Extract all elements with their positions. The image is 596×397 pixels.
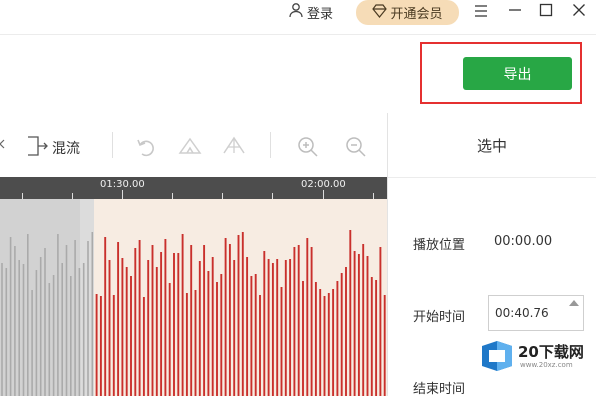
mix-label: 混流 bbox=[52, 141, 80, 157]
watermark: 20下载网 www.20xz.com bbox=[478, 336, 596, 376]
fade-in-button[interactable] bbox=[178, 135, 202, 161]
play-position-value: 00:00.00 bbox=[494, 234, 553, 249]
waveform-bars bbox=[1, 230, 386, 396]
spin-up-icon[interactable] bbox=[569, 300, 579, 306]
watermark-url: www.20xz.com bbox=[520, 361, 573, 369]
login-label: 登录 bbox=[307, 6, 334, 22]
play-position-label: 播放位置 bbox=[413, 238, 466, 253]
zoom-out-button[interactable] bbox=[344, 135, 368, 163]
ruler-label: 02:00.00 bbox=[301, 179, 346, 190]
start-time-value: 00:40.76 bbox=[495, 306, 549, 320]
watermark-brand: 20下载网 bbox=[518, 343, 584, 361]
fade-in-icon bbox=[178, 135, 202, 161]
panel-title: 选中 bbox=[388, 113, 596, 178]
diamond-icon bbox=[372, 3, 388, 22]
chevron-left-icon bbox=[0, 135, 6, 154]
end-time-label: 结束时间 bbox=[413, 382, 466, 397]
partial-tool-button[interactable] bbox=[0, 135, 6, 154]
close-button[interactable] bbox=[569, 1, 589, 21]
zoom-out-icon bbox=[344, 135, 368, 163]
menu-icon bbox=[474, 2, 488, 21]
maximize-icon bbox=[539, 2, 553, 21]
timeline-ruler[interactable]: 01:30.00 02:00.00 bbox=[0, 177, 387, 199]
undo-icon bbox=[134, 135, 158, 163]
zoom-in-icon bbox=[296, 135, 320, 163]
title-bar: 登录 开通会员 bbox=[0, 0, 596, 26]
mix-icon bbox=[26, 135, 50, 161]
ruler-label: 01:30.00 bbox=[100, 179, 145, 190]
login-button[interactable]: 登录 bbox=[288, 2, 333, 22]
fade-out-icon bbox=[222, 135, 246, 161]
waveform-area[interactable] bbox=[0, 199, 387, 396]
watermark-logo-icon bbox=[480, 340, 514, 376]
user-icon bbox=[288, 2, 304, 22]
ruler-tick bbox=[323, 190, 324, 199]
close-icon bbox=[572, 2, 586, 21]
start-time-label: 开始时间 bbox=[413, 310, 466, 325]
fade-out-button[interactable] bbox=[222, 135, 246, 161]
toolbar-divider bbox=[270, 132, 271, 158]
ruler-tick bbox=[122, 190, 123, 199]
minimize-icon bbox=[508, 2, 522, 21]
zoom-in-button[interactable] bbox=[296, 135, 320, 163]
export-button[interactable]: 导出 bbox=[463, 57, 572, 90]
vip-label: 开通会员 bbox=[390, 7, 443, 22]
toolbar-divider bbox=[112, 132, 113, 158]
menu-button[interactable] bbox=[471, 1, 491, 21]
undo-button[interactable] bbox=[134, 135, 158, 163]
maximize-button[interactable] bbox=[536, 1, 556, 21]
start-time-input[interactable]: 00:40.76 bbox=[488, 295, 584, 331]
minimize-button[interactable] bbox=[505, 1, 525, 21]
mix-button[interactable]: 混流 bbox=[26, 135, 80, 161]
vip-button[interactable]: 开通会员 bbox=[356, 0, 459, 25]
